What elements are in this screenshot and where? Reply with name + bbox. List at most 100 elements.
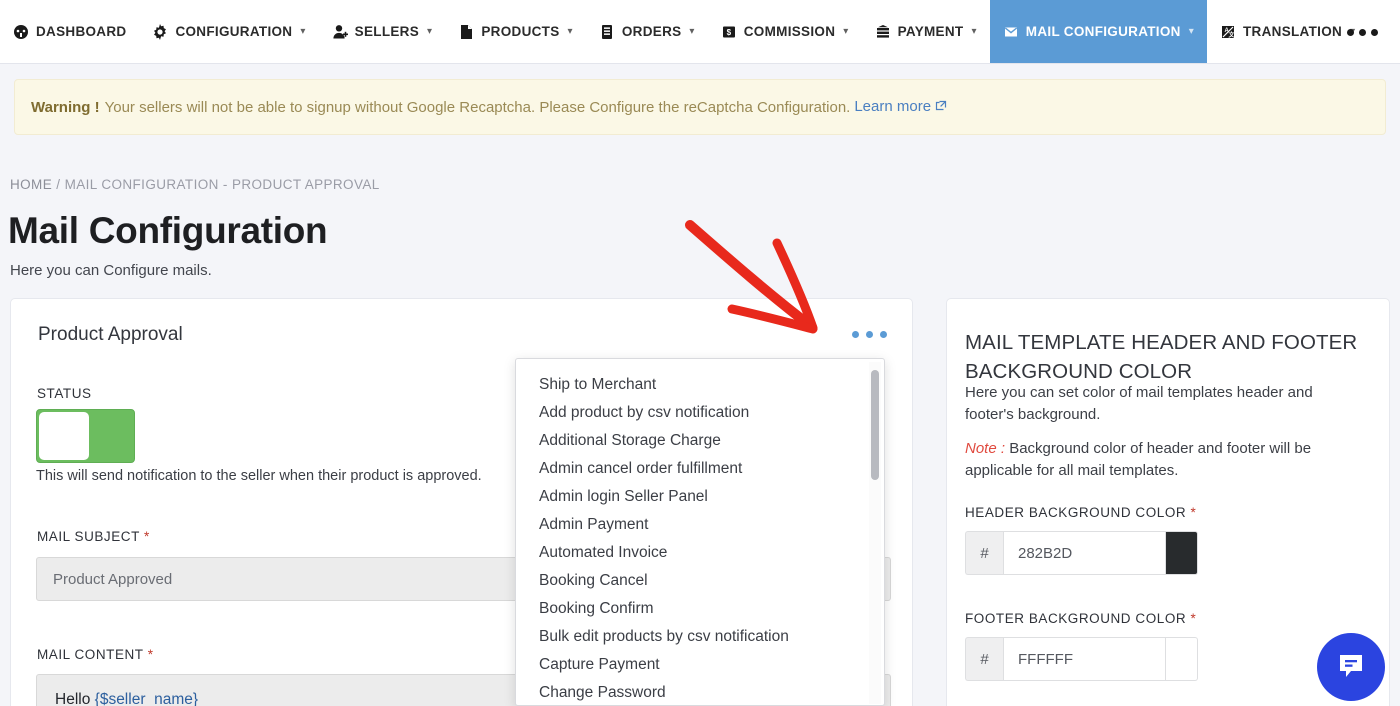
gauge-icon <box>13 24 29 40</box>
card-title: Product Approval <box>38 324 183 345</box>
nav-items: DASHBOARD CONFIGURATION ▾ SELLERS ▾ PROD… <box>0 0 1368 63</box>
mail-template-color-description: Here you can set color of mail templates… <box>965 384 1313 423</box>
required-asterisk: * <box>1190 505 1197 520</box>
mail-template-color-title: MAIL TEMPLATE HEADER AND FOOTER BACKGROU… <box>965 331 1358 383</box>
nav-item-products[interactable]: PRODUCTS ▾ <box>445 0 585 63</box>
footer-background-color-input[interactable]: FFFFFF <box>1003 637 1166 681</box>
required-asterisk: * <box>1190 611 1197 626</box>
footer-background-color-field[interactable]: # FFFFFF <box>965 637 1198 681</box>
nav-label: TRANSLATION <box>1243 24 1343 39</box>
dropdown-item[interactable]: Capture Payment <box>516 651 884 679</box>
dropdown-item[interactable]: Booking Confirm <box>516 595 884 623</box>
clipboard-icon <box>599 24 615 40</box>
three-dots-icon-dot <box>852 331 859 338</box>
status-label: STATUS <box>37 386 92 401</box>
gear-icon <box>152 23 168 40</box>
header-background-color-label: HEADER BACKGROUND COLOR * <box>965 505 1196 520</box>
dropdown-item[interactable]: Bulk edit products by csv notification <box>516 623 884 651</box>
warning-link-label: Learn more <box>854 98 932 115</box>
nav-item-sellers[interactable]: SELLERS ▾ <box>319 0 446 63</box>
page-title: Mail Configuration <box>8 210 328 251</box>
dropdown-item[interactable]: Admin login Seller Panel <box>516 483 884 511</box>
dropdown-scrollbar-thumb[interactable] <box>871 370 879 480</box>
warning-strong-label: Warning ! <box>31 98 100 116</box>
hash-prefix: # <box>965 637 1003 681</box>
dropdown-item[interactable]: Ship to Merchant <box>516 371 884 399</box>
external-link-icon <box>935 99 947 116</box>
ellipsis-icon-dot <box>1347 28 1354 36</box>
note-label: Note : <box>965 440 1006 457</box>
nav-label: CONFIGURATION <box>175 24 293 39</box>
nav-label: COMMISSION <box>743 24 836 39</box>
footer-background-color-label-text: FOOTER BACKGROUND COLOR <box>965 611 1187 626</box>
nav-more-button[interactable] <box>1347 0 1378 64</box>
header-background-color-swatch[interactable] <box>1166 531 1198 575</box>
nav-label: ORDERS <box>621 24 682 39</box>
chat-bubble-button[interactable] <box>1317 633 1385 701</box>
footer-background-color-swatch[interactable] <box>1166 637 1198 681</box>
top-navigation-bar: DASHBOARD CONFIGURATION ▾ SELLERS ▾ PROD… <box>0 0 1400 64</box>
status-hint-text: This will send notification to the selle… <box>36 468 482 484</box>
chevron-down-icon: ▾ <box>689 26 695 37</box>
mail-template-dropdown[interactable]: Ship to Merchant Add product by csv noti… <box>515 358 885 706</box>
svg-text:文: 文 <box>1228 31 1236 39</box>
card-options-menu-button[interactable] <box>852 331 887 338</box>
breadcrumb: HOME / MAIL CONFIGURATION - PRODUCT APPR… <box>10 177 380 192</box>
required-asterisk: * <box>143 529 150 544</box>
dropdown-item[interactable]: Change Password <box>516 679 884 705</box>
dropdown-item[interactable]: Admin Payment <box>516 511 884 539</box>
nav-item-translation[interactable]: A文 TRANSLATION ▾ <box>1207 0 1368 63</box>
mail-content-variable: {$seller_name} <box>94 691 199 706</box>
envelope-icon <box>1003 24 1019 40</box>
nav-item-dashboard[interactable]: DASHBOARD <box>0 0 139 63</box>
nav-label: PRODUCTS <box>481 24 560 39</box>
dropdown-item[interactable]: Automated Invoice <box>516 539 884 567</box>
mail-subject-label: MAIL SUBJECT * <box>37 529 150 544</box>
nav-item-payment[interactable]: PAYMENT ▾ <box>862 0 990 63</box>
mail-subject-value: Product Approved <box>53 570 173 588</box>
money-icon: $ <box>721 24 737 40</box>
svg-text:$: $ <box>726 28 731 37</box>
chevron-down-icon: ▾ <box>427 26 433 37</box>
chevron-down-icon: ▾ <box>300 26 306 37</box>
ellipsis-icon-dot <box>1371 28 1378 36</box>
card-stack-icon <box>875 24 891 40</box>
nav-label: SELLERS <box>354 24 420 39</box>
warning-learn-more-link[interactable]: Learn more <box>854 98 947 116</box>
mail-content-greeting: Hello <box>55 691 95 706</box>
mail-template-color-note: Note : Background color of header and fo… <box>965 438 1360 482</box>
required-asterisk: * <box>147 647 154 662</box>
chevron-down-icon: ▾ <box>1188 26 1195 37</box>
mail-content-label-text: MAIL CONTENT <box>37 647 144 662</box>
mail-template-dropdown-list: Ship to Merchant Add product by csv noti… <box>516 359 884 705</box>
nav-item-configuration[interactable]: CONFIGURATION ▾ <box>139 0 318 63</box>
user-add-icon <box>332 24 348 40</box>
mail-subject-label-text: MAIL SUBJECT <box>37 529 140 544</box>
dropdown-item[interactable]: Add product by csv notification <box>516 399 884 427</box>
dropdown-item[interactable]: Additional Storage Charge <box>516 427 884 455</box>
warning-text: Your sellers will not be able to signup … <box>104 98 851 116</box>
page-subtitle: Here you can Configure mails. <box>10 262 212 279</box>
three-dots-icon-dot <box>880 331 887 338</box>
header-background-color-field[interactable]: # 282B2D <box>965 531 1198 575</box>
nav-label: MAIL CONFIGURATION <box>1025 24 1181 39</box>
footer-background-color-label: FOOTER BACKGROUND COLOR * <box>965 611 1196 626</box>
status-toggle[interactable] <box>36 409 135 463</box>
three-dots-icon-dot <box>866 331 873 338</box>
nav-item-mail-configuration[interactable]: MAIL CONFIGURATION ▾ <box>989 0 1208 63</box>
warning-banner: Warning ! Your sellers will not be able … <box>14 79 1386 135</box>
note-text: Background color of header and footer wi… <box>965 440 1312 479</box>
nav-item-commission[interactable]: $ COMMISSION ▾ <box>708 0 862 63</box>
nav-item-orders[interactable]: ORDERS ▾ <box>586 0 708 63</box>
header-background-color-input[interactable]: 282B2D <box>1003 531 1166 575</box>
breadcrumb-separator: / <box>56 177 61 192</box>
mail-content-label: MAIL CONTENT * <box>37 647 154 662</box>
translate-icon: A文 <box>1220 24 1236 40</box>
app-page: DASHBOARD CONFIGURATION ▾ SELLERS ▾ PROD… <box>0 0 1400 706</box>
nav-label: DASHBOARD <box>36 24 127 39</box>
ellipsis-icon-dot <box>1359 28 1366 36</box>
chat-bubble-icon <box>1335 649 1367 686</box>
breadcrumb-home[interactable]: HOME <box>10 177 52 192</box>
dropdown-item[interactable]: Booking Cancel <box>516 567 884 595</box>
dropdown-item[interactable]: Admin cancel order fulfillment <box>516 455 884 483</box>
